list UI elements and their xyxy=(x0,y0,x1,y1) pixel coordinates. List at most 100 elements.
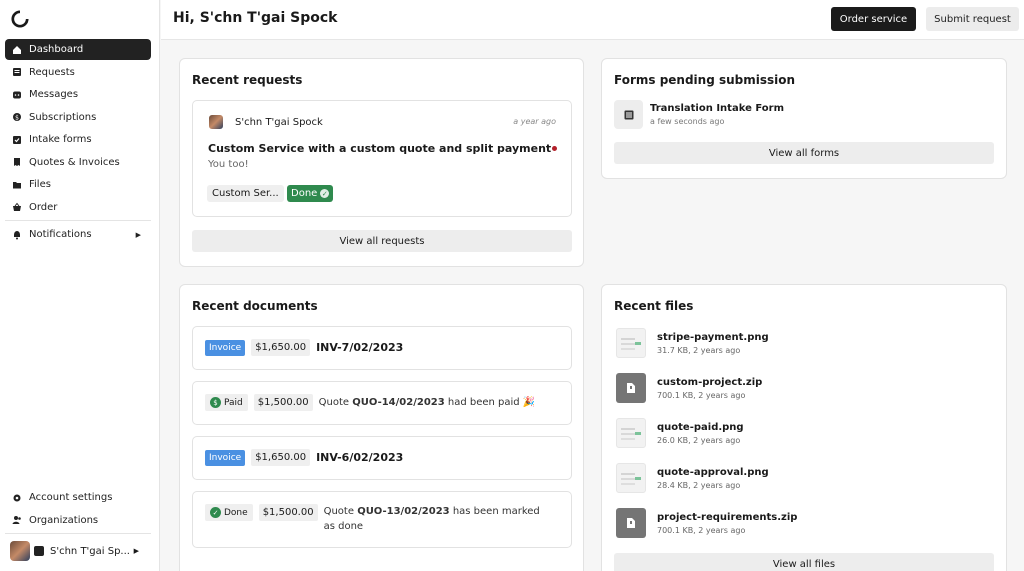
document-description: Quote QUO-13/02/2023 has been marked as … xyxy=(324,504,554,534)
sidebar-item-subscriptions[interactable]: $ Subscriptions xyxy=(5,107,151,128)
bottom-nav: Account settings Organizations xyxy=(5,487,151,532)
form-name: Translation Intake Form xyxy=(650,103,784,114)
sidebar-item-label: Requests xyxy=(29,66,75,78)
request-author: S'chn T'gai Spock xyxy=(209,115,323,129)
main-nav: Dashboard Requests Messages $ Subscripti… xyxy=(5,39,151,219)
sidebar-item-label: Subscriptions xyxy=(29,111,97,123)
file-meta: 700.1 KB, 2 years ago xyxy=(657,390,746,400)
document-item[interactable]: ✓ Done $1,500.00 Quote QUO-13/02/2023 ha… xyxy=(192,491,572,548)
card-title: Recent documents xyxy=(192,299,318,313)
file-item[interactable]: custom-project.zip 700.1 KB, 2 years ago xyxy=(616,373,762,403)
forms-pending-card: Forms pending submission Translation Int… xyxy=(601,58,1007,179)
order-service-button[interactable]: Order service xyxy=(831,7,916,31)
card-title: Forms pending submission xyxy=(614,73,796,87)
sidebar-item-label: Intake forms xyxy=(29,134,92,145)
image-thumbnail xyxy=(616,463,646,493)
sidebar-item-intake-forms[interactable]: Intake forms xyxy=(5,129,151,150)
author-name: S'chn T'gai Spock xyxy=(235,116,323,128)
file-meta: 28.4 KB, 2 years ago xyxy=(657,480,741,490)
sidebar-item-label: Messages xyxy=(29,89,79,100)
view-all-files-button[interactable]: View all files xyxy=(614,553,994,571)
request-item[interactable]: S'chn T'gai Spock a year ago Custom Serv… xyxy=(192,100,572,217)
file-item[interactable]: project-requirements.zip 700.1 KB, 2 yea… xyxy=(616,508,797,538)
paid-badge: $ Paid xyxy=(205,394,248,411)
amount-badge: $1,500.00 xyxy=(258,504,318,521)
sidebar-item-quotes-invoices[interactable]: Quotes & Invoices xyxy=(5,152,151,173)
chevron-right-icon: ▶ xyxy=(135,230,141,239)
recent-requests-card: Recent requests S'chn T'gai Spock a year… xyxy=(179,58,584,267)
sidebar-item-organizations[interactable]: Organizations xyxy=(5,510,151,531)
file-name: stripe-payment.png xyxy=(657,331,769,343)
sidebar-item-files[interactable]: Files xyxy=(5,174,151,195)
document-description: Quote QUO-14/02/2023 had been paid 🎉 xyxy=(319,395,536,410)
document-item[interactable]: Invoice $1,650.00 INV-6/02/2023 xyxy=(192,436,572,480)
amount-badge: $1,650.00 xyxy=(251,339,311,356)
sidebar-item-requests[interactable]: Requests xyxy=(5,62,151,83)
sidebar-item-order[interactable]: Order xyxy=(5,197,151,218)
status-label: Done xyxy=(224,507,248,518)
view-all-forms-button[interactable]: View all forms xyxy=(614,142,994,164)
card-title: Recent requests xyxy=(192,73,303,87)
file-name: quote-approval.png xyxy=(657,466,769,478)
status-label: Done xyxy=(291,188,318,199)
top-bar: Hi, S'chn T'gai Spock Order service Subm… xyxy=(161,0,1024,40)
description-suffix: had been paid 🎉 xyxy=(447,397,536,408)
avatar xyxy=(10,541,30,561)
description-prefix: Quote xyxy=(323,506,354,517)
view-all-requests-button[interactable]: View all requests xyxy=(192,230,572,252)
document-number: QUO-14/02/2023 xyxy=(352,397,445,408)
pending-form-item[interactable]: Translation Intake Form a few seconds ag… xyxy=(614,100,784,129)
image-thumbnail xyxy=(616,328,646,358)
file-name: project-requirements.zip xyxy=(657,511,798,523)
sidebar-item-dashboard[interactable]: Dashboard xyxy=(5,39,151,60)
request-last-message: You too! xyxy=(208,159,249,170)
document-number: QUO-13/02/2023 xyxy=(357,506,450,517)
chat-icon xyxy=(12,90,22,100)
check-circle-icon: ✓ xyxy=(210,507,221,518)
file-zip-icon xyxy=(616,508,646,538)
sidebar-item-label: Organizations xyxy=(29,514,99,526)
image-thumbnail xyxy=(616,418,646,448)
done-badge: ✓ Done xyxy=(205,504,253,521)
file-item[interactable]: quote-paid.png 26.0 KB, 2 years ago xyxy=(616,418,744,448)
document-item[interactable]: Invoice $1,650.00 INV-7/02/2023 xyxy=(192,326,572,370)
page-title: Hi, S'chn T'gai Spock xyxy=(173,10,338,26)
profile-name: S'chn T'gai Sp... xyxy=(50,545,130,557)
form-time: a few seconds ago xyxy=(650,117,725,126)
file-item[interactable]: quote-approval.png 28.4 KB, 2 years ago xyxy=(616,463,769,493)
form-list-icon xyxy=(614,100,643,129)
invoice-badge: Invoice xyxy=(205,449,246,466)
document-number: INV-6/02/2023 xyxy=(316,451,404,464)
recent-documents-card: Recent documents Invoice $1,650.00 INV-7… xyxy=(179,284,584,571)
logo-icon[interactable] xyxy=(11,10,29,28)
bell-icon xyxy=(12,230,22,240)
file-zip-icon xyxy=(616,373,646,403)
sidebar-item-label: Quotes & Invoices xyxy=(29,156,120,168)
service-tag: Custom Ser... xyxy=(207,185,284,202)
description-suffix: done xyxy=(338,521,364,532)
request-time: a year ago xyxy=(513,117,556,126)
dollar-icon: $ xyxy=(210,397,221,408)
file-meta: 700.1 KB, 2 years ago xyxy=(657,525,746,535)
sidebar-item-account-settings[interactable]: Account settings xyxy=(5,487,151,508)
sidebar: Dashboard Requests Messages $ Subscripti… xyxy=(0,0,160,571)
status-label: Paid xyxy=(224,397,243,408)
user-icon xyxy=(34,546,44,556)
file-item[interactable]: stripe-payment.png 31.7 KB, 2 years ago xyxy=(616,328,769,358)
submit-request-button[interactable]: Submit request xyxy=(926,7,1019,31)
recent-files-card: Recent files stripe-payment.png 31.7 KB,… xyxy=(601,284,1007,571)
dollar-icon: $ xyxy=(12,112,22,122)
sidebar-item-messages[interactable]: Messages xyxy=(5,84,151,105)
gear-icon xyxy=(12,493,22,503)
check-circle-icon: ✓ xyxy=(320,189,330,198)
request-title: Custom Service with a custom quote and s… xyxy=(208,142,552,155)
document-item[interactable]: $ Paid $1,500.00 Quote QUO-14/02/2023 ha… xyxy=(192,381,572,425)
sidebar-item-label: Files xyxy=(29,179,51,190)
svg-text:$: $ xyxy=(15,114,19,121)
profile-menu[interactable]: S'chn T'gai Sp... ▶ xyxy=(10,540,145,562)
folder-icon xyxy=(12,180,22,190)
sidebar-item-label: Notifications xyxy=(29,229,92,240)
card-title: Recent files xyxy=(614,299,694,313)
sidebar-item-notifications[interactable]: Notifications ▶ xyxy=(5,224,151,245)
amount-badge: $1,500.00 xyxy=(253,394,313,411)
